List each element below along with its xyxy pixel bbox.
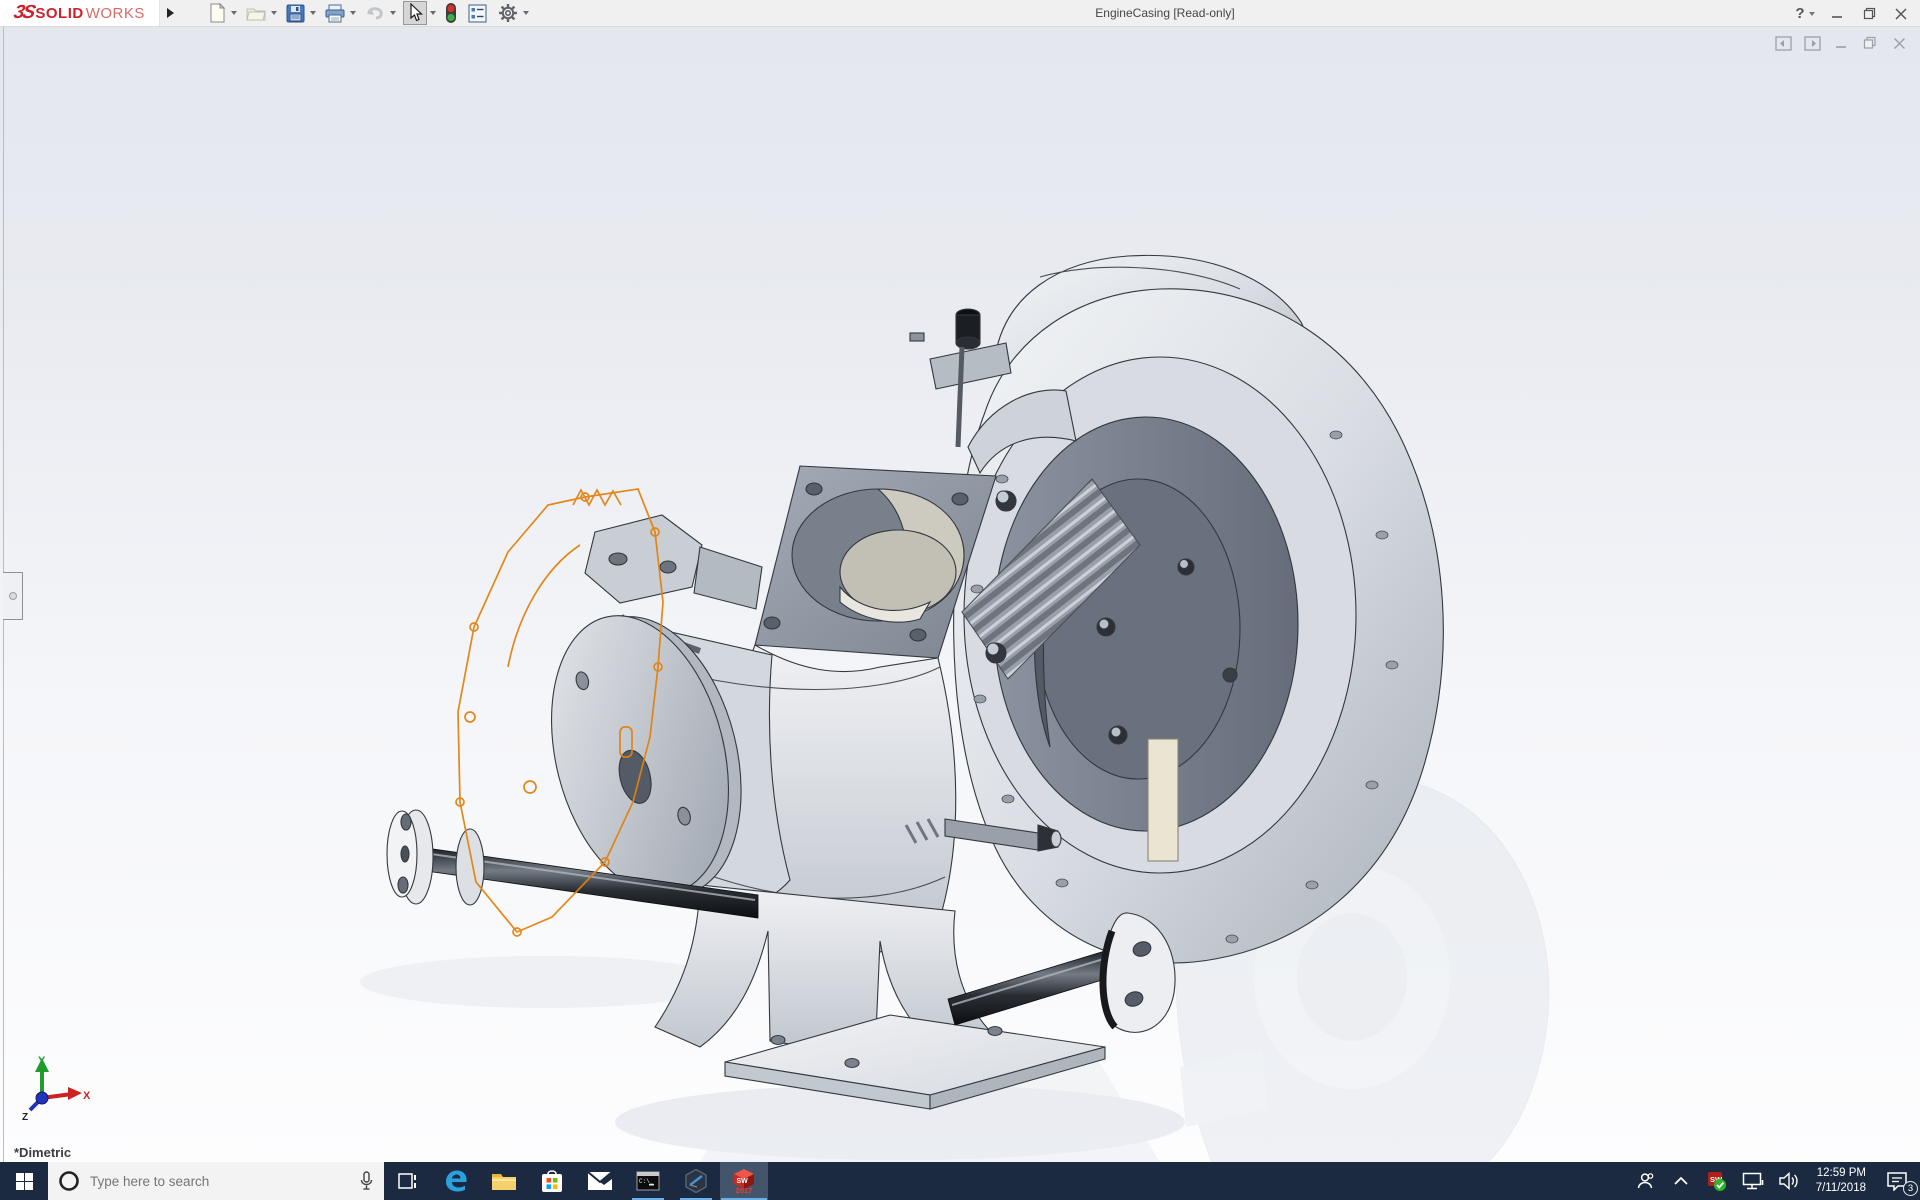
file-properties-button[interactable]	[466, 1, 489, 25]
volume-icon	[1778, 1172, 1800, 1190]
undo-button[interactable]	[363, 1, 387, 25]
save-button[interactable]	[284, 1, 307, 25]
taskbar-clock[interactable]: 12:59 PM 7/11/2018	[1812, 1166, 1870, 1196]
people-icon	[1635, 1171, 1655, 1191]
solidworks-app-icon: SW 2017	[732, 1168, 756, 1195]
orientation-triad: Y X Z	[20, 1054, 90, 1124]
options-button[interactable]	[496, 1, 520, 25]
cortana-circle-icon	[58, 1170, 80, 1192]
select-dropdown[interactable]	[428, 1, 438, 25]
print-button[interactable]	[323, 1, 347, 25]
help-dropdown-icon	[1809, 12, 1815, 16]
windows-taskbar: C:\_ SW 2017 SW 12:59 PM 7/1	[0, 1162, 1920, 1200]
menu-flyout-button[interactable]	[161, 0, 179, 26]
rebuild-traffic-light-icon	[445, 2, 457, 24]
file-properties-icon	[468, 4, 487, 23]
command-prompt-button[interactable]: C:\_	[624, 1162, 672, 1200]
new-dropdown[interactable]	[229, 1, 239, 25]
solidworks-status-button[interactable]: SW	[1704, 1162, 1730, 1200]
clock-date: 7/11/2018	[1816, 1181, 1866, 1196]
cad-tool-button[interactable]	[672, 1162, 720, 1200]
restore-button[interactable]	[1856, 3, 1882, 25]
windows-logo-icon	[16, 1173, 33, 1190]
undo-dropdown[interactable]	[388, 1, 398, 25]
action-center-button[interactable]: 3	[1880, 1162, 1914, 1200]
store-icon	[540, 1168, 564, 1194]
new-document-icon	[208, 3, 226, 23]
solidworks-logo: 3S SOLIDWORKS	[0, 0, 160, 26]
mail-icon	[587, 1171, 613, 1191]
mail-button[interactable]	[576, 1162, 624, 1200]
flyout-arrow-icon	[167, 8, 174, 18]
rebuild-button[interactable]	[443, 1, 459, 25]
help-button[interactable]: ?	[1792, 3, 1818, 25]
print-dropdown[interactable]	[348, 1, 358, 25]
notification-badge: 3	[1903, 1181, 1918, 1196]
minimize-icon	[1831, 8, 1843, 20]
open-dropdown[interactable]	[269, 1, 279, 25]
cad-tool-hexagon-icon	[683, 1168, 709, 1194]
start-button[interactable]	[0, 1162, 48, 1200]
file-explorer-button[interactable]	[480, 1162, 528, 1200]
solidworks-2017-button[interactable]: SW 2017	[720, 1162, 768, 1200]
title-bar: 3S SOLIDWORKS EngineCasing	[0, 0, 1920, 27]
store-button[interactable]	[528, 1162, 576, 1200]
brand-works: WORKS	[86, 5, 145, 22]
volume-button[interactable]	[1776, 1162, 1802, 1200]
taskbar-search-box[interactable]	[48, 1162, 384, 1200]
brand-solid: SOLID	[35, 5, 83, 22]
solidworks-year-label: 2017	[736, 1187, 753, 1195]
save-dropdown[interactable]	[308, 1, 318, 25]
window-title: EngineCasing [Read-only]	[1095, 0, 1234, 27]
new-document-button[interactable]	[206, 1, 228, 25]
task-view-icon	[398, 1172, 418, 1190]
tray-expand-button[interactable]	[1668, 1162, 1694, 1200]
options-dropdown[interactable]	[521, 1, 531, 25]
open-button[interactable]	[244, 1, 268, 25]
graphics-viewport[interactable]: Y X Z *Dimetric	[0, 27, 1920, 1162]
chevron-up-icon	[1673, 1176, 1689, 1186]
edge-button[interactable]	[432, 1162, 480, 1200]
view-orientation-label: *Dimetric	[14, 1145, 71, 1160]
svg-text:SW: SW	[737, 1178, 749, 1185]
command-prompt-icon: C:\_	[636, 1171, 660, 1191]
save-icon	[286, 4, 305, 23]
dassault-3s-mark: 3S	[12, 2, 36, 24]
system-tray: SW 12:59 PM 7/11/2018 3	[1632, 1162, 1920, 1200]
microphone-icon[interactable]	[359, 1171, 374, 1191]
task-view-button[interactable]	[384, 1162, 432, 1200]
print-icon	[325, 4, 345, 23]
clock-time: 12:59 PM	[1816, 1166, 1866, 1181]
select-cursor-icon	[406, 3, 424, 23]
window-controls: ?	[1792, 0, 1914, 27]
file-explorer-icon	[491, 1170, 517, 1192]
undo-icon	[365, 4, 385, 22]
restore-icon	[1863, 7, 1876, 20]
people-button[interactable]	[1632, 1162, 1658, 1200]
minimize-button[interactable]	[1824, 3, 1850, 25]
select-tool-button[interactable]	[403, 1, 427, 25]
taskbar-pinned-apps: C:\_ SW 2017	[384, 1162, 768, 1200]
close-icon	[1895, 8, 1907, 20]
edge-icon	[443, 1168, 469, 1194]
network-icon	[1742, 1172, 1764, 1191]
open-folder-icon	[246, 4, 266, 22]
options-gear-icon	[498, 3, 518, 23]
quick-access-toolbar	[205, 0, 535, 26]
triad-x-label: X	[83, 1090, 90, 1102]
search-input[interactable]	[90, 1174, 349, 1189]
network-button[interactable]	[1740, 1162, 1766, 1200]
solidworks-status-icon: SW	[1706, 1170, 1728, 1192]
triad-z-label: Z	[22, 1112, 28, 1123]
svg-text:C:\_: C:\_	[639, 1178, 654, 1185]
engine-casing-model	[0, 27, 1920, 1162]
close-button[interactable]	[1888, 3, 1914, 25]
triad-y-label: Y	[38, 1055, 46, 1067]
